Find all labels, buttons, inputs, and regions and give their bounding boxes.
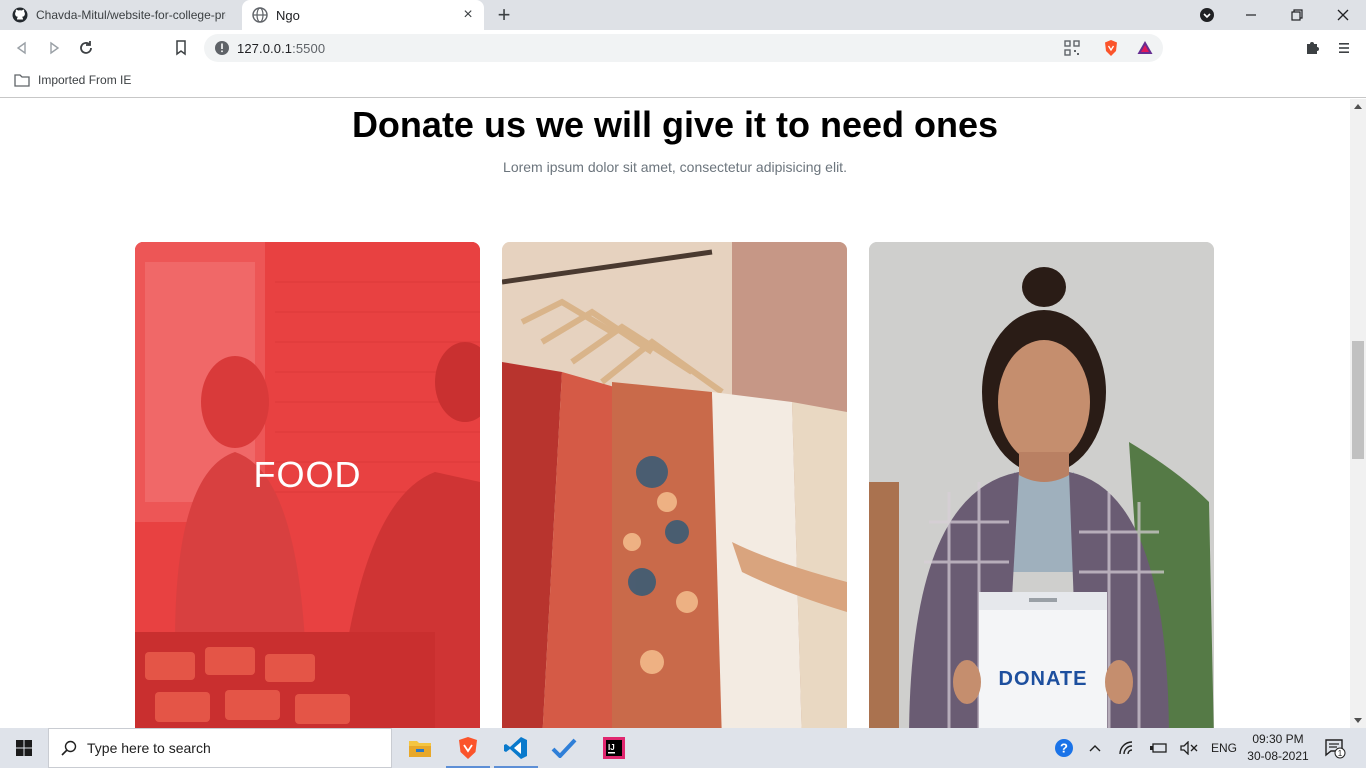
taskbar-vscode[interactable] (492, 728, 540, 768)
bookmark-icon (176, 40, 186, 56)
bookmarks-bar: Imported From IE (0, 66, 1366, 98)
start-button[interactable] (0, 728, 48, 768)
restore-icon (1291, 9, 1303, 21)
bookmark-button[interactable] (171, 38, 191, 58)
svg-text:?: ? (1060, 741, 1068, 756)
scroll-down-arrow-icon[interactable] (1354, 718, 1362, 723)
folder-icon (14, 74, 30, 87)
svg-text:1: 1 (1338, 749, 1343, 758)
tab-title: Chavda-Mitul/website-for-college-pro (36, 8, 226, 22)
brave-icon (459, 737, 477, 759)
tab-search-button[interactable] (1184, 0, 1230, 30)
scroll-thumb[interactable] (1352, 341, 1364, 459)
close-icon (1337, 9, 1349, 21)
brave-shield-icon[interactable] (1102, 39, 1120, 57)
checkmark-icon (551, 738, 577, 758)
input-language[interactable]: ENG (1206, 728, 1242, 768)
svg-text:DONATE: DONATE (999, 668, 1088, 690)
forward-button[interactable] (44, 38, 64, 58)
notifications-button[interactable]: 1 (1320, 728, 1350, 768)
close-tab-icon[interactable]: × (460, 7, 476, 23)
help-icon: ? (1055, 739, 1073, 757)
browser-tab-strip: Chavda-Mitul/website-for-college-pro Ngo… (0, 0, 1366, 30)
tab-ngo[interactable]: Ngo × (242, 0, 484, 30)
network-button[interactable] (1116, 728, 1138, 768)
clock-date: 30-08-2021 (1247, 749, 1309, 763)
reload-button[interactable] (76, 38, 96, 58)
brave-rewards-icon[interactable] (1136, 39, 1154, 57)
donation-card-food[interactable]: FOOD (135, 242, 480, 728)
page-heading: Donate us we will give it to need ones (351, 104, 999, 145)
globe-icon (252, 7, 268, 23)
hamburger-menu-icon (1339, 43, 1349, 53)
volume-muted-icon (1180, 741, 1198, 755)
bookmark-label: Imported From IE (38, 73, 132, 87)
search-placeholder: Type here to search (87, 740, 211, 756)
taskbar-brave-browser[interactable] (444, 728, 492, 768)
page-viewport: Donate us we will give it to need ones L… (0, 99, 1350, 728)
puzzle-icon (1307, 42, 1319, 54)
search-icon (61, 740, 77, 756)
page-scrollbar[interactable] (1350, 99, 1366, 728)
tab-github[interactable]: Chavda-Mitul/website-for-college-pro (0, 0, 242, 30)
back-icon (16, 41, 26, 55)
language-label: ENG (1210, 741, 1237, 755)
show-hidden-icons-button[interactable] (1084, 728, 1106, 768)
menu-button[interactable] (1334, 38, 1354, 58)
windows-logo-icon (16, 740, 32, 756)
forward-icon (50, 41, 60, 55)
new-tab-button[interactable]: + (494, 4, 514, 26)
donation-card-clothes[interactable] (502, 242, 847, 728)
chevron-down-circle-icon (1200, 8, 1214, 22)
card-label-food: FOOD (253, 454, 362, 495)
help-button[interactable]: ? (1052, 728, 1076, 768)
back-button[interactable] (12, 38, 32, 58)
svg-text:IJ: IJ (608, 743, 615, 752)
minimize-icon (1246, 14, 1256, 16)
taskbar-todo[interactable] (540, 728, 588, 768)
close-window-button[interactable] (1320, 0, 1366, 30)
scroll-up-arrow-icon[interactable] (1354, 104, 1362, 109)
chevron-up-icon (1089, 745, 1101, 752)
qr-code-icon[interactable] (1063, 39, 1081, 57)
extensions-button[interactable] (1302, 38, 1322, 58)
donation-card-donate[interactable]: DONATE (869, 242, 1214, 728)
woman-with-donation-box-image: DONATE (869, 242, 1214, 728)
reload-icon (80, 41, 92, 54)
address-bar[interactable]: 127.0.0.1:5500 (204, 34, 1163, 62)
clock-time: 09:30 PM (1252, 732, 1304, 746)
volume-button[interactable] (1178, 728, 1200, 768)
intellij-icon: IJ (603, 737, 625, 759)
vscode-icon (504, 737, 527, 759)
url-text: 127.0.0.1:5500 (237, 41, 326, 56)
restore-button[interactable] (1274, 0, 1320, 30)
browser-toolbar: 127.0.0.1:5500 (0, 30, 1366, 66)
info-icon (215, 41, 229, 55)
bookmark-folder-imported-from-ie[interactable]: Imported From IE (14, 73, 131, 87)
taskbar-search-input[interactable]: Type here to search (48, 728, 392, 768)
minimize-button[interactable] (1228, 0, 1274, 30)
clothes-on-hangers-image (502, 242, 847, 728)
battery-icon (1150, 743, 1167, 753)
wifi-icon (1119, 741, 1133, 755)
windows-taskbar: Type here to search IJ ? ENG 09:30 PM 30… (0, 728, 1366, 768)
github-icon (12, 7, 28, 23)
folder-icon (409, 741, 431, 757)
tab-title: Ngo (276, 7, 300, 23)
battery-button[interactable] (1148, 728, 1170, 768)
taskbar-file-explorer[interactable] (396, 728, 444, 768)
taskbar-clock[interactable]: 09:30 PM 30-08-2021 (1244, 731, 1312, 765)
taskbar-intellij[interactable]: IJ (590, 728, 638, 768)
notification-center-icon: 1 (1325, 739, 1346, 759)
page-subheading: Lorem ipsum dolor sit amet, consectetur … (503, 159, 847, 175)
